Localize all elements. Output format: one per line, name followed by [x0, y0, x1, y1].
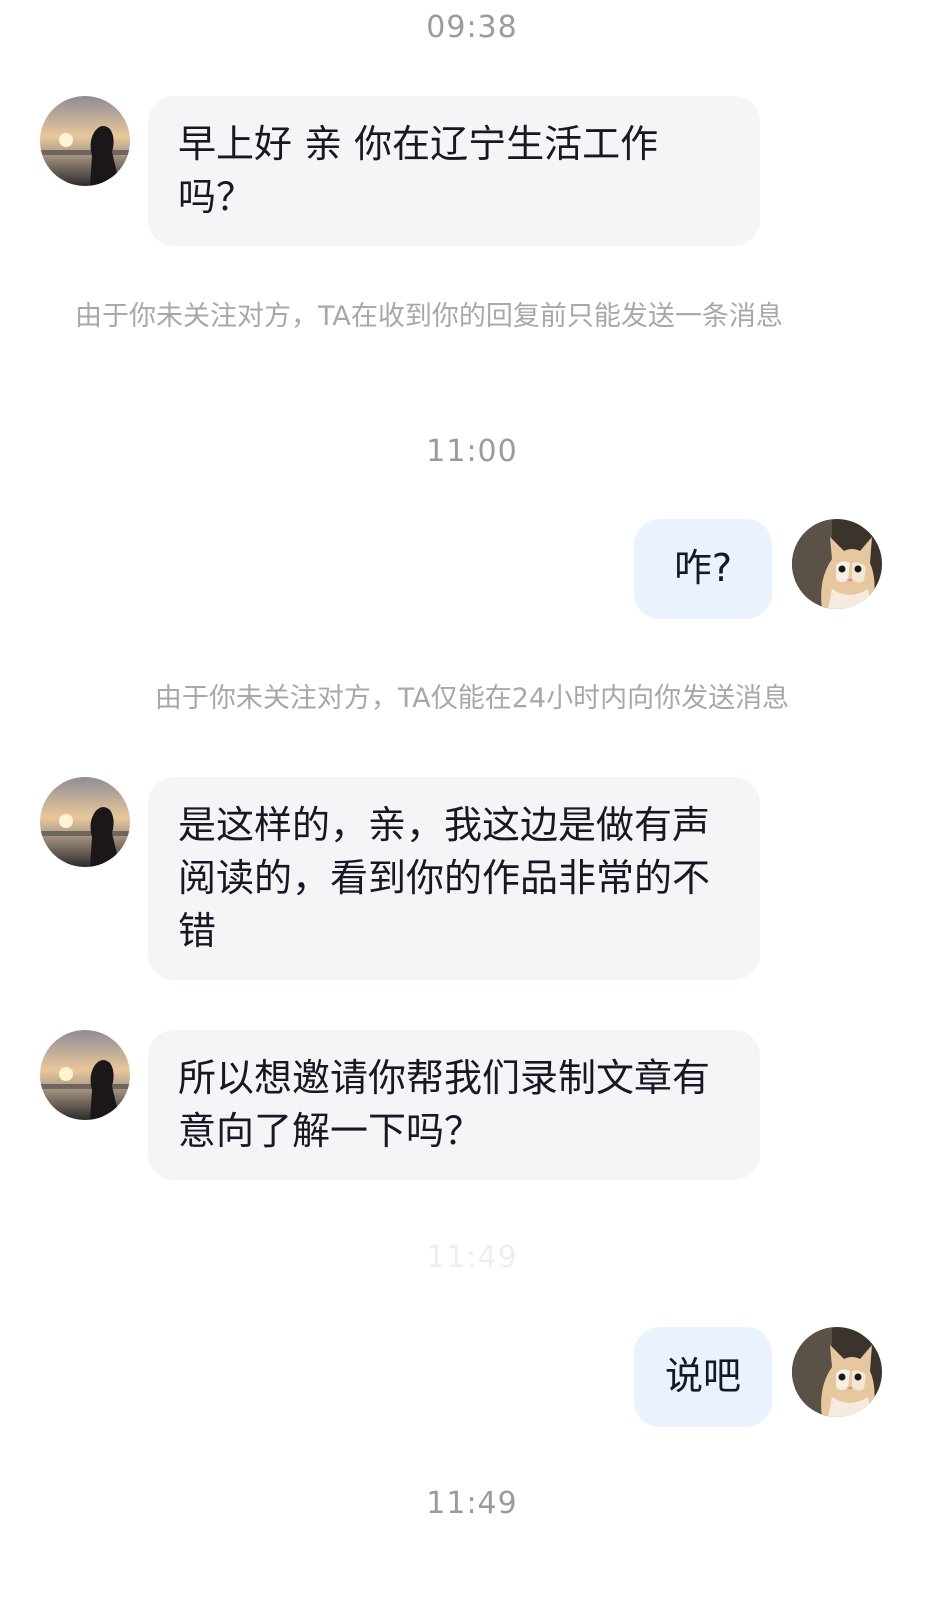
contact-avatar[interactable] [40, 1030, 130, 1120]
timestamp: 09:38 [426, 10, 518, 45]
message-bubble-outgoing[interactable]: 咋? [634, 519, 772, 619]
kitten-icon [792, 519, 882, 609]
timestamp: 11:00 [426, 434, 518, 469]
system-notice: 由于你未关注对方，TA仅能在24小时内向你发送消息 [154, 683, 790, 714]
silhouette-sunset-icon [40, 777, 130, 867]
contact-avatar[interactable] [40, 96, 130, 186]
silhouette-sunset-icon [40, 1030, 130, 1120]
message-bubble-incoming[interactable]: 早上好 亲 你在辽宁生活工作吗？ [148, 96, 760, 246]
my-avatar[interactable] [792, 519, 882, 609]
my-avatar[interactable] [792, 1327, 882, 1417]
timestamp: 11:49 [426, 1240, 518, 1275]
message-bubble-incoming[interactable]: 是这样的，亲，我这边是做有声阅读的，看到你的作品非常的不错 [148, 777, 760, 980]
kitten-icon [792, 1327, 882, 1417]
silhouette-sunset-icon [40, 96, 130, 186]
contact-avatar[interactable] [40, 777, 130, 867]
timestamp: 11:49 [426, 1486, 518, 1521]
message-bubble-incoming[interactable]: 所以想邀请你帮我们录制文章有意向了解一下吗？ [148, 1030, 760, 1180]
system-notice: 由于你未关注对方，TA在收到你的回复前只能发送一条消息 [75, 301, 783, 332]
message-bubble-outgoing[interactable]: 说吧 [634, 1327, 772, 1427]
